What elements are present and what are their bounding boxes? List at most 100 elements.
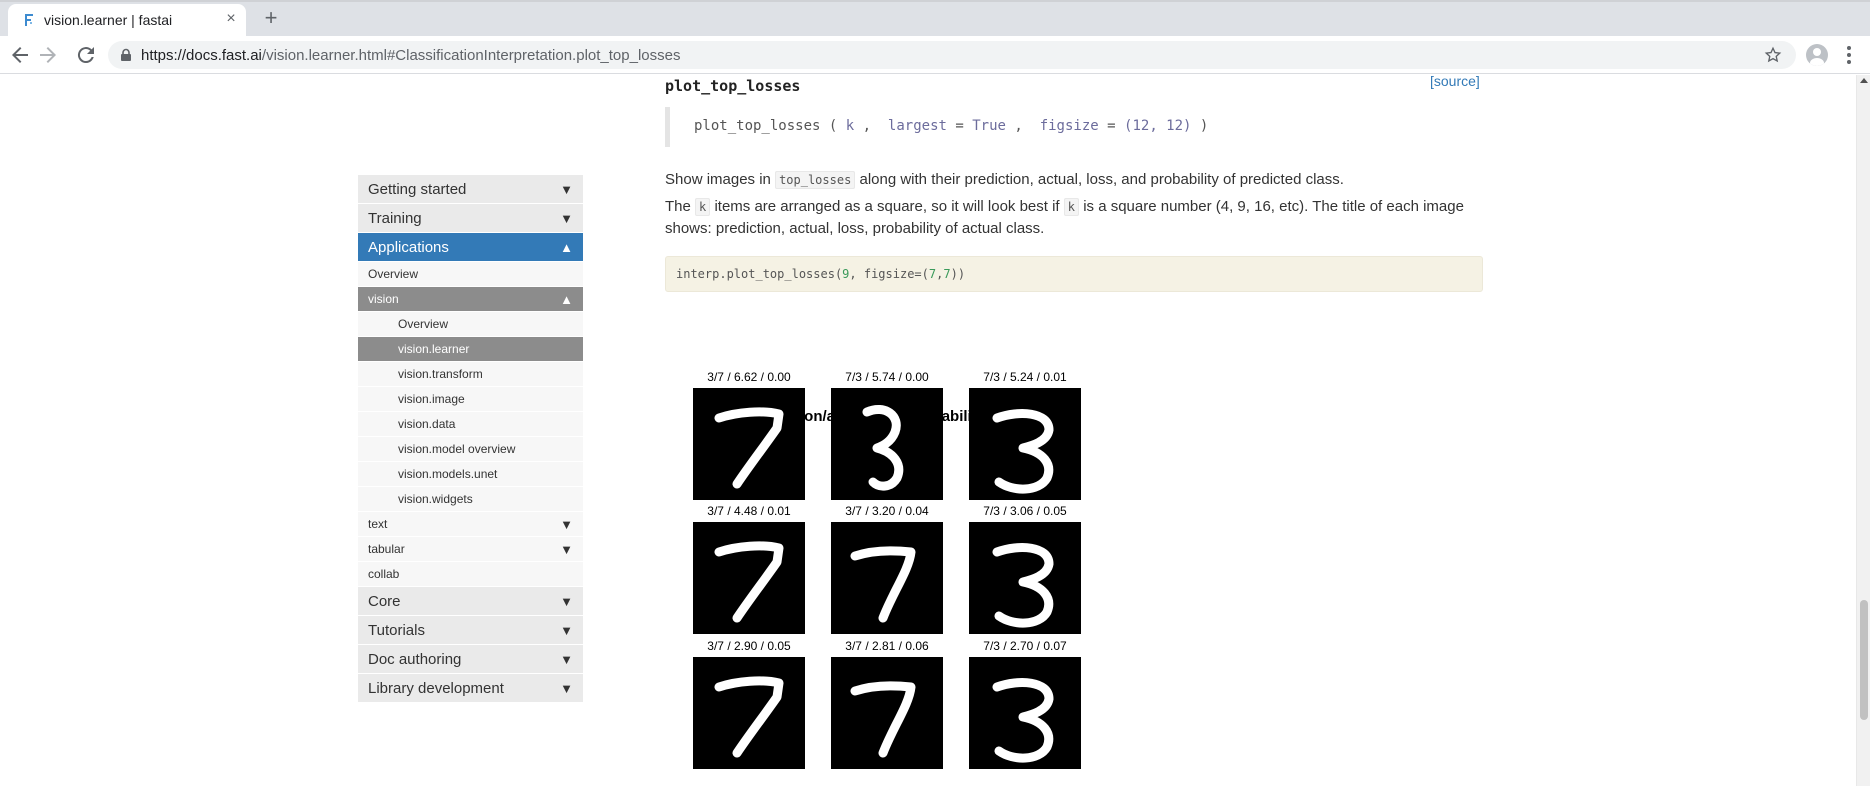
sidebar-item-tutorials[interactable]: Tutorials ▼ bbox=[358, 616, 583, 645]
sidebar-item-vision-learner[interactable]: vision.learner bbox=[358, 337, 583, 362]
window-top-border bbox=[0, 0, 1870, 2]
sidebar-item-vision-widgets[interactable]: vision.widgets bbox=[358, 487, 583, 512]
sidebar-item-label: Getting started bbox=[368, 180, 467, 198]
sidebar-item-vision-overview[interactable]: Overview bbox=[358, 312, 583, 337]
cell-title: 3/7 / 6.62 / 0.00 bbox=[707, 370, 791, 384]
sidebar-item-applications[interactable]: Applications ▲ bbox=[358, 233, 583, 262]
digit-image bbox=[831, 522, 943, 634]
digit-image bbox=[969, 522, 1081, 634]
sidebar-item-label: tabular bbox=[368, 542, 405, 556]
sidebar-item-label: text bbox=[368, 517, 388, 531]
sidebar-item-vision-data[interactable]: vision.data bbox=[358, 412, 583, 437]
sidebar-item-label: vision bbox=[368, 292, 399, 306]
sidebar-item-vision-model-overview[interactable]: vision.model overview bbox=[358, 437, 583, 462]
url-domain: https://docs.fast.ai bbox=[141, 47, 262, 64]
chevron-down-icon: ▼ bbox=[560, 680, 573, 696]
browser-toolbar: https://docs.fast.ai/vision.learner.html… bbox=[0, 36, 1870, 74]
cell-title: 7/3 / 2.70 / 0.07 bbox=[983, 639, 1067, 653]
sidebar-item-doc-authoring[interactable]: Doc authoring ▼ bbox=[358, 645, 583, 674]
para-text: Show images in bbox=[665, 171, 771, 188]
browser-tab[interactable]: vision.learner | fastai × bbox=[8, 4, 246, 36]
sidebar-item-tabular[interactable]: tabular ▼ bbox=[358, 537, 583, 562]
forward-icon[interactable] bbox=[36, 43, 60, 67]
code-token: )) bbox=[950, 267, 966, 281]
sidebar-nav: Getting started ▼ Training ▼ Application… bbox=[358, 175, 583, 703]
scroll-thumb[interactable] bbox=[1860, 600, 1868, 720]
chevron-down-icon: ▼ bbox=[560, 651, 573, 667]
code-token: , figsize=( bbox=[849, 267, 929, 281]
chevron-up-icon: ▲ bbox=[560, 239, 573, 255]
tab-strip: vision.learner | fastai × + bbox=[0, 0, 1870, 36]
sidebar-item-label: collab bbox=[368, 567, 400, 581]
signature-paren: ) bbox=[1199, 118, 1209, 134]
sidebar-item-label: Core bbox=[368, 592, 401, 610]
signature-paren: ( bbox=[828, 118, 838, 134]
sidebar-item-text[interactable]: text ▼ bbox=[358, 512, 583, 537]
signature-text: plot_top_losses ( k , largest = True , f… bbox=[694, 118, 1208, 134]
digit-image bbox=[831, 657, 943, 769]
sidebar-item-getting-started[interactable]: Getting started ▼ bbox=[358, 175, 583, 204]
cell-title: 7/3 / 5.74 / 0.00 bbox=[845, 370, 929, 384]
inline-code: k bbox=[1063, 198, 1080, 216]
reload-icon[interactable] bbox=[74, 43, 98, 67]
source-link[interactable]: [source] bbox=[1430, 75, 1480, 89]
scroll-up-icon[interactable] bbox=[1860, 78, 1868, 83]
chevron-down-icon: ▼ bbox=[560, 181, 573, 197]
new-tab-icon[interactable]: + bbox=[258, 5, 284, 31]
menu-icon[interactable] bbox=[1842, 44, 1856, 66]
chevron-up-icon: ▲ bbox=[560, 291, 573, 307]
digit-image bbox=[693, 522, 805, 634]
cell-title: 3/7 / 4.48 / 0.01 bbox=[707, 504, 791, 518]
star-icon[interactable] bbox=[1764, 46, 1782, 64]
function-signature: plot_top_losses ( k , largest = True , f… bbox=[665, 107, 1483, 147]
inline-code: top_losses bbox=[775, 171, 856, 189]
sidebar-item-label: Training bbox=[368, 209, 422, 227]
sidebar-item-label: Doc authoring bbox=[368, 650, 462, 668]
sidebar-item-label: Overview bbox=[368, 267, 419, 281]
cell-title: 7/3 / 5.24 / 0.01 bbox=[983, 370, 1067, 384]
para-text: The bbox=[665, 198, 691, 215]
digit-image bbox=[693, 388, 805, 500]
avatar-icon[interactable] bbox=[1806, 44, 1828, 66]
address-bar[interactable]: https://docs.fast.ai/vision.learner.html… bbox=[108, 41, 1796, 69]
signature-arg: largest bbox=[887, 118, 947, 134]
sidebar-item-vision[interactable]: vision ▲ bbox=[358, 287, 583, 312]
chevron-down-icon: ▼ bbox=[560, 622, 573, 638]
cell-title: 3/7 / 2.90 / 0.05 bbox=[707, 639, 791, 653]
tab-title: vision.learner | fastai bbox=[44, 12, 173, 28]
url-text: https://docs.fast.ai/vision.learner.html… bbox=[141, 47, 680, 64]
sidebar-item-library-development[interactable]: Library development ▼ bbox=[358, 674, 583, 703]
code-token: interp.plot_top_losses( bbox=[676, 267, 843, 281]
chevron-down-icon: ▼ bbox=[560, 541, 573, 557]
code-number: 7 bbox=[943, 267, 951, 281]
cell-title: 7/3 / 3.06 / 0.05 bbox=[983, 504, 1067, 518]
signature-eq: = bbox=[955, 118, 964, 134]
sidebar-item-training[interactable]: Training ▼ bbox=[358, 204, 583, 233]
signature-arg: figsize bbox=[1039, 118, 1099, 134]
url-path: /vision.learner.html#ClassificationInter… bbox=[261, 47, 681, 64]
sidebar-item-label: Library development bbox=[368, 679, 504, 697]
signature-comma: , bbox=[862, 118, 872, 134]
chevron-down-icon: ▼ bbox=[560, 593, 573, 609]
sidebar-item-core[interactable]: Core ▼ bbox=[358, 587, 583, 616]
signature-eq: = bbox=[1107, 118, 1116, 134]
back-icon[interactable] bbox=[8, 43, 32, 67]
function-heading: plot_top_losses bbox=[665, 77, 801, 95]
sidebar-item-overview[interactable]: Overview bbox=[358, 262, 583, 287]
cell-title: 3/7 / 3.20 / 0.04 bbox=[845, 504, 929, 518]
lock-icon bbox=[121, 48, 131, 61]
scrollbar[interactable] bbox=[1856, 75, 1870, 786]
sidebar-item-collab[interactable]: collab bbox=[358, 562, 583, 587]
digit-image bbox=[969, 388, 1081, 500]
code-example: interp.plot_top_losses(9, figsize=(7,7)) bbox=[665, 256, 1483, 292]
signature-name: plot_top_losses bbox=[694, 118, 821, 134]
sidebar-item-vision-models-unet[interactable]: vision.models.unet bbox=[358, 462, 583, 487]
chevron-down-icon: ▼ bbox=[560, 210, 573, 226]
digit-image bbox=[831, 388, 943, 500]
close-icon[interactable]: × bbox=[222, 10, 240, 28]
cell-title: 3/7 / 2.81 / 0.06 bbox=[845, 639, 929, 653]
sidebar-item-vision-transform[interactable]: vision.transform bbox=[358, 362, 583, 387]
favicon-icon bbox=[25, 14, 33, 26]
sidebar-item-label: Tutorials bbox=[368, 621, 425, 639]
sidebar-item-vision-image[interactable]: vision.image bbox=[358, 387, 583, 412]
